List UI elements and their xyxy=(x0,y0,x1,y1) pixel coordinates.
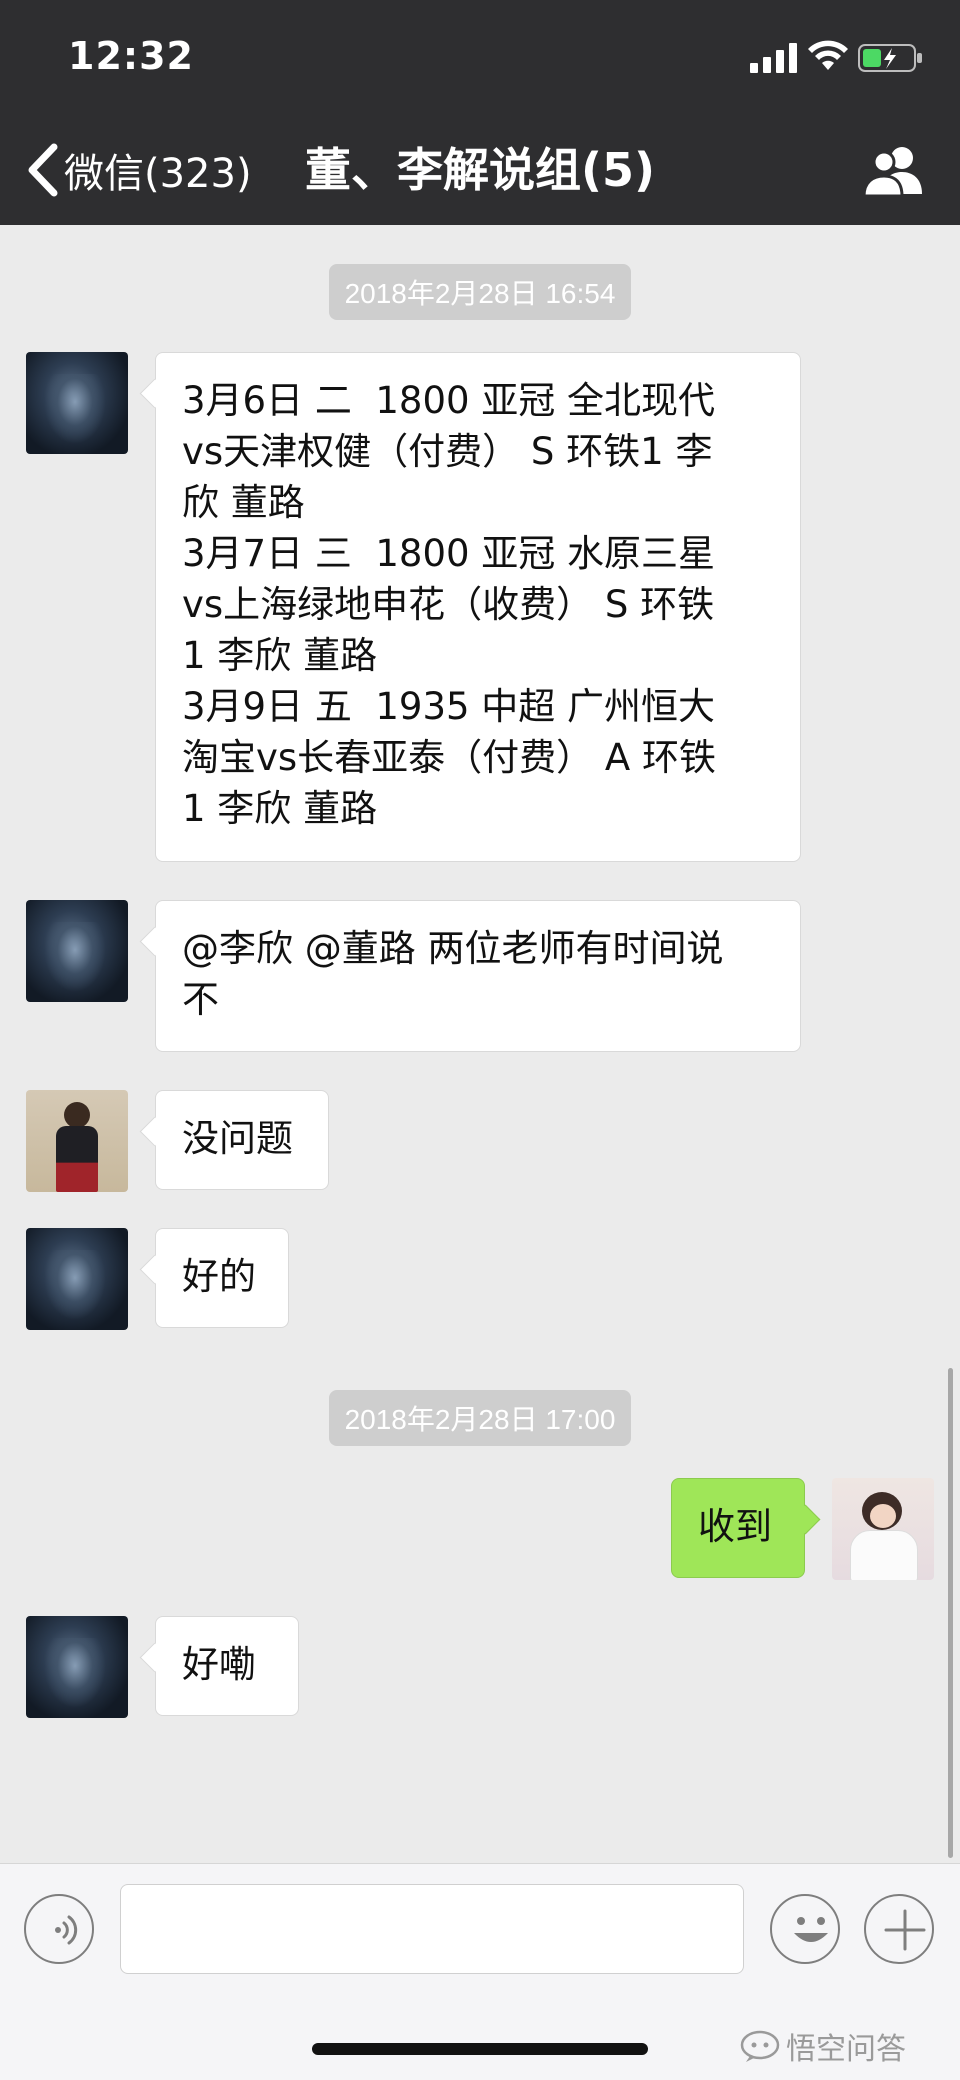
message-bubble[interactable]: 好嘞 xyxy=(155,1616,299,1716)
message-text: 好的 xyxy=(182,1255,256,1298)
battery-charging-icon xyxy=(858,44,922,72)
timestamp-label: 2018年2月28日 16:54 xyxy=(328,264,632,320)
smiley-face-icon xyxy=(794,1917,828,1942)
own-message-bubble[interactable]: 收到 xyxy=(671,1478,805,1578)
armored-knight-avatar[interactable] xyxy=(26,1228,128,1330)
timestamp-divider: 2018年2月28日 16:54 xyxy=(0,264,960,320)
message-text-field[interactable] xyxy=(120,1884,744,1974)
status-time: 12:32 xyxy=(68,34,194,78)
message-bubble[interactable]: 好的 xyxy=(155,1228,289,1328)
message-text: 3月6日 二 1800 亚冠 全北现代 vs天津权健（付费） S 环铁1 李 欣… xyxy=(182,379,717,830)
chat-title: 董、李解说组(5) xyxy=(305,143,656,197)
cellular-signal-icon xyxy=(750,43,797,73)
chat-header: 12:32 微信(323) 董、李解说组(5) xyxy=(0,0,960,225)
speech-bubble-logo-icon xyxy=(740,2030,780,2062)
plus-icon xyxy=(884,1909,926,1951)
back-label: 微信(323) xyxy=(64,151,252,197)
message-bubble[interactable]: 没问题 xyxy=(155,1090,329,1190)
back-button[interactable]: 微信(323) xyxy=(24,138,252,202)
message-text: @李欣 @董路 两位老师有时间说 不 xyxy=(182,927,724,1021)
home-indicator[interactable] xyxy=(312,2043,648,2055)
group-members-icon[interactable] xyxy=(862,142,926,198)
armored-knight-avatar[interactable] xyxy=(26,900,128,1002)
message-bubble[interactable]: 3月6日 二 1800 亚冠 全北现代 vs天津权健（付费） S 环铁1 李 欣… xyxy=(155,352,801,862)
chat-scrollbar[interactable] xyxy=(948,1368,953,1858)
voice-input-button[interactable] xyxy=(24,1894,94,1964)
wifi-icon xyxy=(808,40,848,70)
watermark-label: 悟空问答 xyxy=(786,2032,906,2067)
armored-knight-avatar[interactable] xyxy=(26,352,128,454)
message-bubble[interactable]: @李欣 @董路 两位老师有时间说 不 xyxy=(155,900,801,1052)
message-input-bar: 悟空问答 xyxy=(0,1863,960,2080)
watermark: 悟空问答 xyxy=(740,2024,906,2068)
fife-player-avatar[interactable] xyxy=(26,1090,128,1192)
emoji-button[interactable] xyxy=(770,1894,840,1964)
baby-avatar[interactable] xyxy=(832,1478,934,1580)
message-text: 没问题 xyxy=(182,1117,293,1160)
timestamp-divider: 2018年2月28日 17:00 xyxy=(0,1390,960,1446)
chevron-left-icon xyxy=(28,143,58,197)
message-text: 好嘞 xyxy=(182,1643,256,1686)
more-options-button[interactable] xyxy=(864,1894,934,1964)
armored-knight-avatar[interactable] xyxy=(26,1616,128,1718)
voice-wave-icon xyxy=(55,1915,78,1945)
timestamp-label: 2018年2月28日 17:00 xyxy=(328,1390,632,1446)
message-text: 收到 xyxy=(698,1505,772,1548)
